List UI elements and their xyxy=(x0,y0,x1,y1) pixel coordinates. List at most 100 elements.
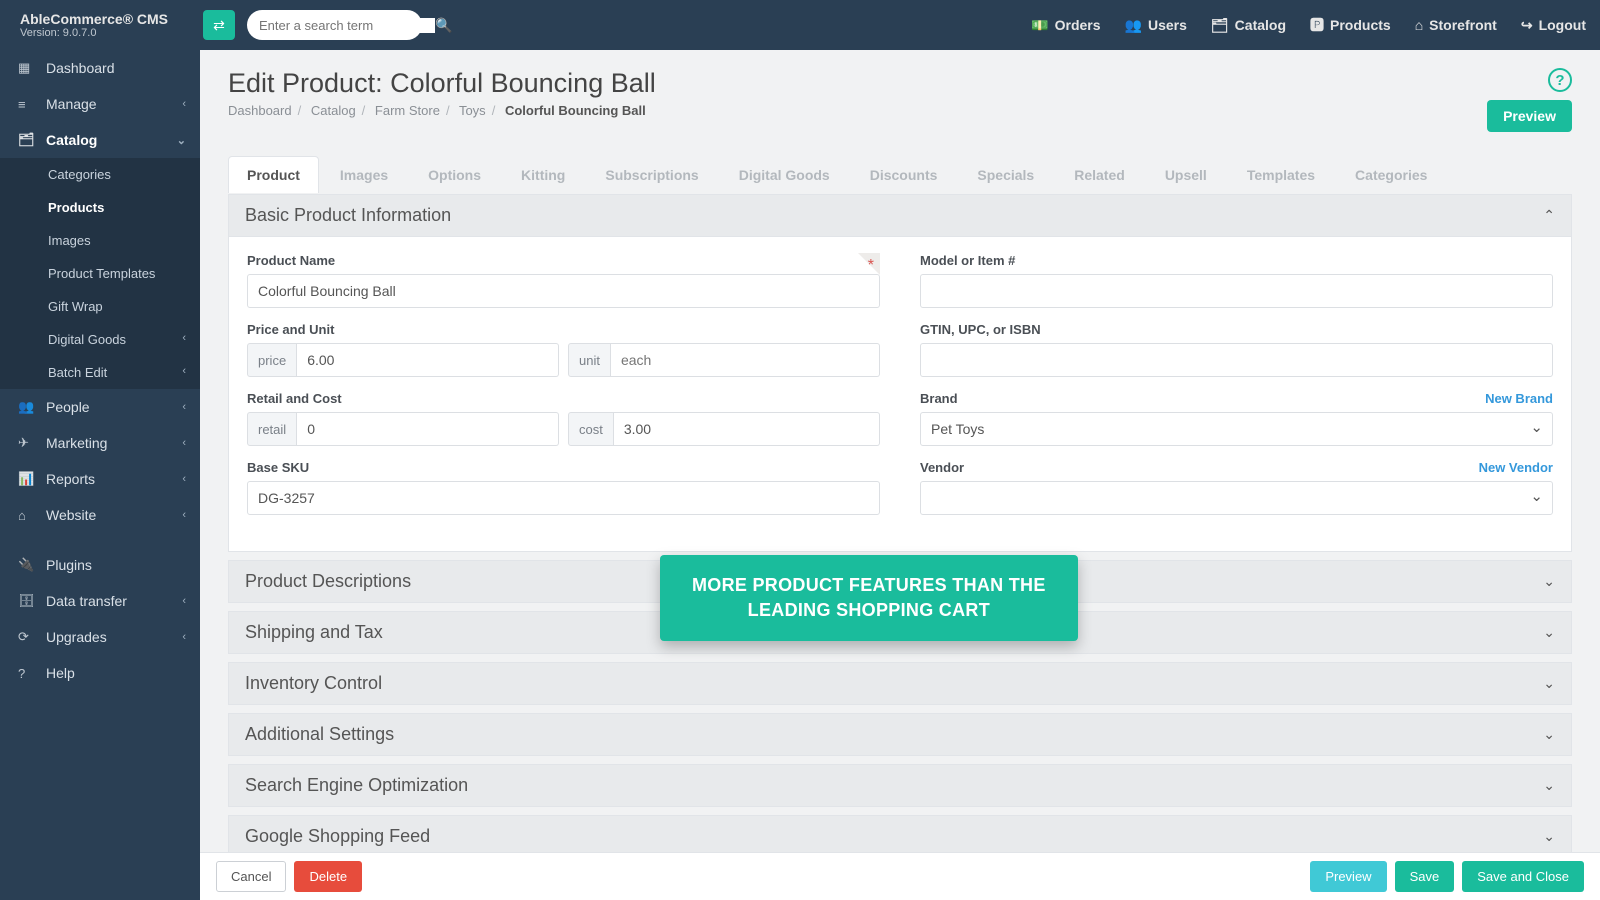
database-icon: 🗄 xyxy=(18,593,38,609)
new-vendor-link[interactable]: New Vendor xyxy=(1479,460,1553,475)
addon-price: price xyxy=(247,343,297,377)
tab-images[interactable]: Images xyxy=(321,156,407,193)
tab-options[interactable]: Options xyxy=(409,156,500,193)
main: Edit Product: Colorful Bouncing Ball Das… xyxy=(200,0,1600,900)
sidebar-item-label: Help xyxy=(46,665,75,681)
chevron-up-icon: ⌃ xyxy=(1543,207,1555,224)
sidebar-website[interactable]: ⌂Website‹ xyxy=(0,497,200,533)
crumb-sep: / xyxy=(362,103,366,118)
tab-kitting[interactable]: Kitting xyxy=(502,156,584,193)
search-input[interactable] xyxy=(259,18,435,33)
promo-line1: MORE PRODUCT FEATURES THAN THE xyxy=(692,573,1046,598)
addon-unit: unit xyxy=(568,343,611,377)
dashboard-icon: ▦ xyxy=(18,60,38,76)
topnav-orders[interactable]: 💵Orders xyxy=(1031,15,1100,35)
new-brand-link[interactable]: New Brand xyxy=(1485,391,1553,406)
logout-icon: ↪ xyxy=(1521,17,1533,34)
input-cost[interactable] xyxy=(614,412,880,446)
sidebar-upgrades[interactable]: ⟳Upgrades‹ xyxy=(0,619,200,655)
panel-head[interactable]: Additional Settings⌄ xyxy=(228,713,1572,756)
crumb[interactable]: Dashboard xyxy=(228,103,292,118)
input-unit[interactable] xyxy=(611,343,880,377)
sidebar-reports[interactable]: 📊Reports‹ xyxy=(0,461,200,497)
topnav-logout[interactable]: ↪Logout xyxy=(1521,15,1586,35)
sub-gift-wrap[interactable]: Gift Wrap xyxy=(0,290,200,323)
panel-basic-head[interactable]: Basic Product Information ⌃ xyxy=(228,194,1572,237)
cancel-button[interactable]: Cancel xyxy=(216,861,286,892)
crumb[interactable]: Farm Store xyxy=(375,103,440,118)
promo-line2: LEADING SHOPPING CART xyxy=(692,598,1046,623)
sub-digital-goods[interactable]: Digital Goods‹ xyxy=(0,323,200,356)
select-brand[interactable] xyxy=(920,412,1553,446)
chart-icon: 📊 xyxy=(18,471,38,487)
input-retail[interactable] xyxy=(297,412,559,446)
sub-product-templates[interactable]: Product Templates xyxy=(0,257,200,290)
tab-specials[interactable]: Specials xyxy=(958,156,1053,193)
save-button[interactable]: Save xyxy=(1395,861,1455,892)
sub-categories[interactable]: Categories xyxy=(0,158,200,191)
tab-product[interactable]: Product xyxy=(228,156,319,193)
sidebar-catalog[interactable]: 🗂Catalog⌄ xyxy=(0,122,200,158)
sidebar-item-label: Reports xyxy=(46,471,95,487)
chevron-down-icon: ⌄ xyxy=(1543,828,1555,845)
input-price[interactable] xyxy=(297,343,559,377)
label-gtin: GTIN, UPC, or ISBN xyxy=(920,322,1553,337)
breadcrumb: Dashboard/ Catalog/ Farm Store/ Toys/ Co… xyxy=(228,103,656,118)
tab-upsell[interactable]: Upsell xyxy=(1146,156,1226,193)
tab-templates[interactable]: Templates xyxy=(1228,156,1334,193)
chevron-down-icon: ⌄ xyxy=(1543,573,1555,590)
delete-button[interactable]: Delete xyxy=(294,861,362,892)
panel-title: Basic Product Information xyxy=(245,205,451,226)
input-product-name[interactable] xyxy=(247,274,880,308)
search-wrap: 🔍 xyxy=(247,10,422,40)
sidebar-data-transfer[interactable]: 🗄Data transfer‹ xyxy=(0,583,200,619)
tab-related[interactable]: Related xyxy=(1055,156,1144,193)
sidebar-item-label: Manage xyxy=(46,96,97,112)
sidebar-people[interactable]: 👥People‹ xyxy=(0,389,200,425)
crumb[interactable]: Catalog xyxy=(311,103,356,118)
topnav-label: Storefront xyxy=(1429,17,1497,33)
input-model[interactable] xyxy=(920,274,1553,308)
sidebar-manage[interactable]: ≡Manage‹ xyxy=(0,86,200,122)
switch-view-button[interactable]: ⇄ xyxy=(203,10,235,40)
panel-head[interactable]: Inventory Control⌄ xyxy=(228,662,1572,705)
label-brand: BrandNew Brand xyxy=(920,391,1553,406)
preview-button[interactable]: Preview xyxy=(1487,100,1572,132)
sub-batch-edit[interactable]: Batch Edit ‹ xyxy=(0,356,200,389)
tab-categories[interactable]: Categories xyxy=(1336,156,1446,193)
sub-products[interactable]: Products xyxy=(0,191,200,224)
topnav-storefront[interactable]: ⌂ Storefront xyxy=(1415,15,1497,35)
footer-preview-button[interactable]: Preview xyxy=(1310,861,1386,892)
sidebar-marketing[interactable]: ✈Marketing‹ xyxy=(0,425,200,461)
sidebar-catalog-submenu: Categories Products Images Product Templ… xyxy=(0,158,200,389)
topbar: AbleCommerce® CMS Version: 9.0.7.0 ⇄ 🔍 💵… xyxy=(0,0,1600,50)
panel-head[interactable]: Search Engine Optimization⌄ xyxy=(228,764,1572,807)
sidebar-item-label: Batch Edit xyxy=(48,365,107,380)
brand-version: Version: 9.0.7.0 xyxy=(20,27,189,39)
tab-subscriptions[interactable]: Subscriptions xyxy=(586,156,717,193)
chevron-left-icon: ‹ xyxy=(182,401,186,413)
tab-digital-goods[interactable]: Digital Goods xyxy=(720,156,849,193)
topnav-catalog[interactable]: 🗂Catalog xyxy=(1211,15,1286,35)
catalog-icon: 🗂 xyxy=(1211,17,1229,34)
sub-images[interactable]: Images xyxy=(0,224,200,257)
products-icon: 🅿 xyxy=(1310,15,1324,35)
select-vendor[interactable] xyxy=(920,481,1553,515)
topnav-products[interactable]: 🅿Products xyxy=(1310,15,1391,35)
sidebar-plugins[interactable]: 🔌Plugins xyxy=(0,547,200,583)
input-sku[interactable] xyxy=(247,481,880,515)
sidebar-help[interactable]: ?Help xyxy=(0,655,200,691)
sidebar-dashboard[interactable]: ▦Dashboard xyxy=(0,50,200,86)
save-close-button[interactable]: Save and Close xyxy=(1462,861,1584,892)
input-gtin[interactable] xyxy=(920,343,1553,377)
chevron-down-icon: ⌄ xyxy=(1543,624,1555,641)
chevron-left-icon: ‹ xyxy=(182,365,186,377)
crumb[interactable]: Toys xyxy=(459,103,486,118)
chevron-down-icon: ⌄ xyxy=(177,134,186,147)
sidebar-item-label: Website xyxy=(46,507,96,523)
search-icon[interactable]: 🔍 xyxy=(435,17,452,34)
topnav-users[interactable]: 👥Users xyxy=(1125,15,1187,35)
tab-discounts[interactable]: Discounts xyxy=(851,156,957,193)
help-icon[interactable]: ? xyxy=(1548,68,1572,92)
home-icon: ⌂ xyxy=(1415,17,1423,33)
